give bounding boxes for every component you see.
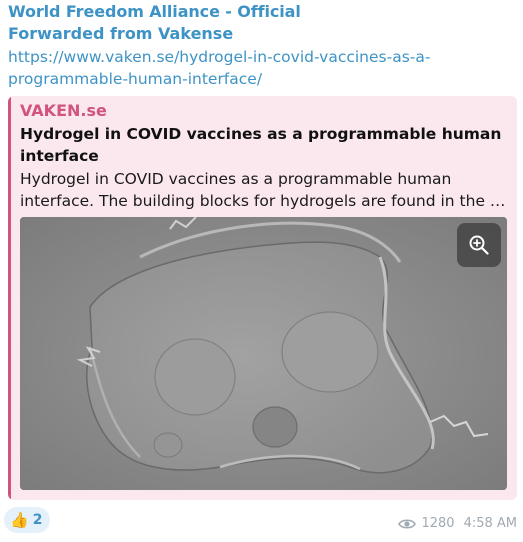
- link-line-1[interactable]: https://www.vaken.se/hydrogel-in-covid-v…: [8, 48, 430, 66]
- message-link[interactable]: https://www.vaken.se/hydrogel-in-covid-v…: [8, 46, 513, 90]
- message-time: 4:58 AM: [463, 516, 517, 531]
- preview-accent-bar: [8, 96, 11, 500]
- channel-name[interactable]: World Freedom Alliance - Official: [8, 2, 301, 21]
- zoom-button[interactable]: [457, 223, 501, 267]
- view-count: 1280: [421, 516, 455, 531]
- preview-description: Hydrogel in COVID vaccines as a programm…: [20, 168, 510, 212]
- preview-image[interactable]: [20, 217, 507, 490]
- link-preview[interactable]: VAKEN.se Hydrogel in COVID vaccines as a…: [8, 96, 517, 500]
- eye-icon: [398, 518, 417, 529]
- message-meta: 1280 4:58 AM: [398, 516, 517, 531]
- thumbs-up-icon: 👍: [10, 510, 29, 529]
- message-container: World Freedom Alliance - Official Forwar…: [0, 0, 523, 542]
- zoom-in-icon: [469, 235, 489, 255]
- microscope-image-illustration: [20, 217, 507, 490]
- preview-description-line-2: interface. The building blocks for hydro…: [20, 192, 510, 210]
- forwarded-from[interactable]: Forwarded from Vakense: [8, 24, 233, 43]
- reaction-thumbs-up[interactable]: 👍 2: [4, 507, 51, 533]
- reaction-count: 2: [32, 512, 43, 528]
- link-line-2[interactable]: programmable-human-interface/: [8, 70, 262, 88]
- preview-site-name: VAKEN.se: [20, 101, 107, 120]
- preview-description-line-1: Hydrogel in COVID vaccines as a programm…: [20, 170, 452, 188]
- preview-title: Hydrogel in COVID vaccines as a programm…: [20, 125, 502, 165]
